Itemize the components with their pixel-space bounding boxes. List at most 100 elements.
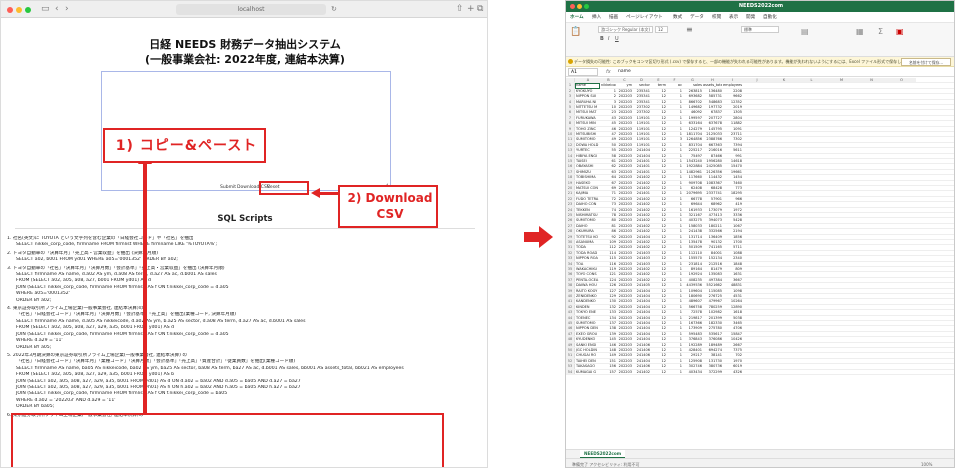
cell[interactable]: 966 xyxy=(722,197,742,201)
cell[interactable]: 202203 xyxy=(616,143,632,147)
cell[interactable] xyxy=(856,337,886,341)
cell[interactable]: 84001 xyxy=(702,251,722,255)
cell[interactable]: 1 xyxy=(666,170,682,174)
cell[interactable] xyxy=(886,310,916,314)
cell[interactable]: 14618 xyxy=(722,159,742,163)
cell[interactable] xyxy=(886,224,916,228)
cell[interactable] xyxy=(742,348,771,352)
cell[interactable] xyxy=(771,326,796,330)
cell[interactable]: 202203 xyxy=(616,137,632,141)
minimize-window-icon[interactable] xyxy=(16,7,22,13)
column-letter[interactable]: N xyxy=(856,78,886,83)
cell[interactable]: 1 xyxy=(666,116,682,120)
cell[interactable] xyxy=(886,105,916,109)
cell[interactable]: 137 xyxy=(600,321,616,325)
address-bar[interactable]: localhost xyxy=(176,4,326,15)
cell[interactable]: 135478 xyxy=(682,240,702,244)
cell[interactable]: 121 xyxy=(600,272,616,276)
fx-icon[interactable]: fx xyxy=(606,68,611,76)
conditional-format-icon[interactable]: ▤ xyxy=(801,28,809,36)
cell[interactable] xyxy=(826,89,856,93)
cell[interactable] xyxy=(826,213,856,217)
cell[interactable] xyxy=(886,256,916,260)
cell[interactable] xyxy=(796,143,826,147)
cell[interactable]: 202203 xyxy=(616,343,632,347)
cell[interactable]: MITSUBISHI xyxy=(575,132,600,136)
cell[interactable] xyxy=(771,218,796,222)
cell[interactable]: 1 xyxy=(666,251,682,255)
row-number[interactable]: 11 xyxy=(566,137,575,142)
cell[interactable] xyxy=(826,186,856,190)
cell[interactable]: 12 xyxy=(650,132,666,136)
cell[interactable] xyxy=(771,127,796,131)
cell[interactable] xyxy=(856,235,886,239)
row-number[interactable]: 24 xyxy=(566,207,575,212)
cell[interactable]: 12 xyxy=(650,181,666,185)
cell[interactable]: FURUKAWA xyxy=(575,116,600,120)
cell[interactable]: 595483 xyxy=(682,332,702,336)
cell[interactable] xyxy=(856,353,886,357)
cell[interactable] xyxy=(856,148,886,152)
cell[interactable]: 1 xyxy=(666,224,682,228)
cell[interactable]: DOWA HOLD xyxy=(575,143,600,147)
cell[interactable] xyxy=(886,337,916,341)
row-number[interactable]: 17 xyxy=(566,169,575,175)
cell[interactable]: 114432 xyxy=(702,175,722,179)
cell[interactable]: 12 xyxy=(650,148,666,152)
cell[interactable] xyxy=(856,116,886,120)
cell[interactable]: 1 xyxy=(666,235,682,239)
row-number[interactable]: 7 xyxy=(566,115,575,121)
row-number[interactable]: 36 xyxy=(566,272,575,277)
cell[interactable] xyxy=(796,283,826,287)
cell[interactable]: 2208 xyxy=(722,89,742,93)
cell[interactable] xyxy=(796,353,826,357)
ribbon-tab[interactable]: 開発 xyxy=(746,12,755,23)
cell[interactable]: 5611 xyxy=(722,148,742,152)
cell[interactable] xyxy=(796,110,826,114)
cell[interactable] xyxy=(886,170,916,174)
cell[interactable]: 991 xyxy=(722,154,742,158)
cell[interactable] xyxy=(796,310,826,314)
cell[interactable]: 207727 xyxy=(702,116,722,120)
ribbon-tab[interactable]: 描画 xyxy=(609,12,618,23)
cell[interactable]: employees xyxy=(722,83,742,87)
cell[interactable]: 134 xyxy=(600,316,616,320)
cell[interactable] xyxy=(886,175,916,179)
cell[interactable] xyxy=(856,154,886,158)
cell[interactable] xyxy=(796,326,826,330)
cell[interactable]: 12 xyxy=(650,283,666,287)
cell[interactable]: 12 xyxy=(650,127,666,131)
cell[interactable] xyxy=(826,191,856,195)
cell[interactable] xyxy=(826,105,856,109)
cell[interactable]: SUMITOMO xyxy=(575,321,600,325)
cell[interactable]: 241404 xyxy=(632,235,650,239)
cell[interactable] xyxy=(826,262,856,266)
underline-icon[interactable]: U xyxy=(615,37,619,42)
column-letter[interactable]: G xyxy=(682,78,702,83)
cell[interactable]: 535617 xyxy=(702,332,722,336)
cell[interactable]: 376843 xyxy=(682,337,702,341)
cell[interactable]: 241404 xyxy=(632,294,650,298)
cell[interactable]: 127 xyxy=(600,289,616,293)
cell[interactable]: 667363 xyxy=(702,143,722,147)
cell[interactable] xyxy=(796,321,826,325)
ribbon-tab[interactable]: 自動化 xyxy=(763,12,777,23)
cell[interactable] xyxy=(886,202,916,206)
ribbon-tab[interactable]: 表示 xyxy=(729,12,738,23)
cell[interactable]: 380736 xyxy=(702,364,722,368)
cell[interactable] xyxy=(771,235,796,239)
cell[interactable]: 693682 xyxy=(682,94,702,98)
row-number[interactable]: 10 xyxy=(566,132,575,137)
row-number[interactable]: 31 xyxy=(566,245,575,250)
font-select[interactable]: 游ゴシック Regular (本文) xyxy=(598,26,653,33)
cell[interactable]: 19661 xyxy=(722,170,742,174)
cell[interactable]: 116 xyxy=(600,262,616,266)
cell[interactable]: 202203 xyxy=(616,148,632,152)
tabs-overview-icon[interactable]: ⧉ xyxy=(477,3,483,15)
cell[interactable]: 46 xyxy=(600,127,616,131)
cell[interactable]: 241402 xyxy=(632,245,650,249)
cell[interactable]: 1 xyxy=(666,353,682,357)
cell[interactable] xyxy=(826,235,856,239)
cell[interactable]: 202203 xyxy=(616,186,632,190)
cell[interactable]: 12 xyxy=(650,218,666,222)
